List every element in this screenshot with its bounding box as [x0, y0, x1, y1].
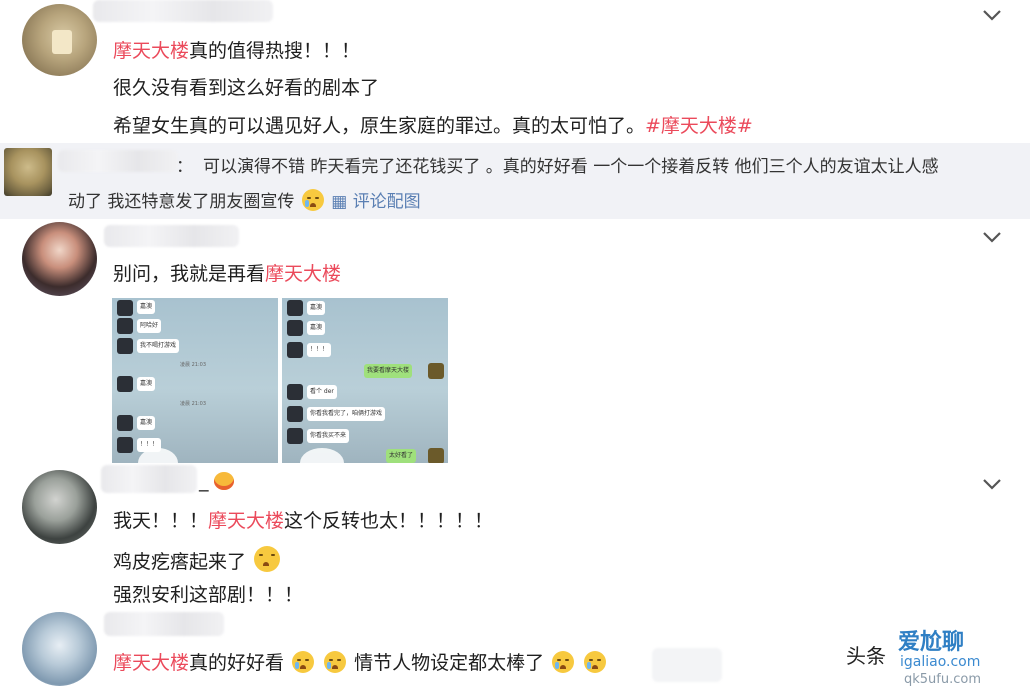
chat-avatar	[287, 320, 303, 336]
chevron-down-icon[interactable]	[981, 7, 1003, 23]
comment-avatar[interactable]	[22, 4, 97, 76]
crying-emoji-icon	[584, 651, 607, 673]
chat-bubble-sent: 太好看了	[386, 449, 417, 463]
comment-text-line: 强烈安利这部剧！！！	[113, 584, 304, 606]
reply-username-blurred[interactable]	[58, 150, 178, 172]
watermark-brand: 爱尬聊	[898, 630, 965, 655]
chat-avatar	[117, 318, 133, 334]
hashtag-link[interactable]: #摩天大楼#	[645, 115, 753, 137]
comment-avatar[interactable]	[22, 470, 97, 544]
username-blurred[interactable]	[93, 0, 273, 22]
crying-emoji-icon	[301, 189, 324, 211]
reply-avatar[interactable]	[4, 148, 52, 196]
comment-image-link[interactable]: ▦ 评论配图	[331, 192, 420, 212]
blurred-content	[652, 648, 722, 682]
comment-image-thumbnail[interactable]: 嘉澳 嘉澳 ！！！ 我要看摩天大楼 看个 der 你看我看完了，咱俩打游戏 你看…	[282, 298, 448, 463]
crown-badge-icon	[214, 472, 234, 490]
comment-text-line: 摩天大楼真的好好看 情节人物设定都太棒了	[113, 651, 608, 675]
chevron-down-icon[interactable]	[981, 476, 1003, 492]
watermark-url: igaliao.com	[900, 654, 981, 670]
comment-text-line: 希望女生真的可以遇见好人，原生家庭的罪过。真的太可怕了。#摩天大楼#	[113, 115, 753, 137]
reply-text-line: 可以演得不错 昨天看完了还花钱买了 。真的好好看 一个一个接着反转 他们三个人的…	[203, 157, 939, 177]
chat-bubble: 嘉澳	[307, 321, 326, 335]
chat-avatar	[287, 428, 303, 444]
site-watermark-logo: 爱尬聊 igaliao.com qk5ufu.com	[878, 626, 1028, 688]
chat-avatar	[117, 376, 133, 392]
comment-avatar[interactable]	[22, 612, 97, 686]
hashtag-link[interactable]: 摩天大楼	[113, 40, 189, 62]
comment-text-line: 别问，我就是再看摩天大楼	[113, 263, 342, 285]
crying-emoji-icon	[324, 651, 347, 673]
username-blurred[interactable]	[104, 225, 239, 247]
chat-avatar	[287, 406, 303, 422]
hashtag-link[interactable]: 摩天大楼	[113, 652, 189, 674]
mug-icon	[52, 30, 72, 54]
chat-avatar	[287, 384, 303, 400]
reply-text-line: 动了 我还特意发了朋友圈宣传 ▦ 评论配图	[68, 189, 421, 213]
username-blurred[interactable]	[104, 612, 224, 636]
reply-colon: ：	[176, 157, 193, 177]
chat-timestamp: 凌晨 21:03	[180, 401, 206, 407]
chat-avatar	[287, 300, 303, 316]
chat-avatar	[428, 448, 444, 463]
comment-text-line: 很久没有看到这么好看的剧本了	[113, 77, 380, 99]
hashtag-link[interactable]: 摩天大楼	[208, 510, 284, 532]
chat-bubble: 你看我买不来	[307, 429, 350, 443]
username-blurred[interactable]	[101, 465, 197, 493]
watermark-url-secondary: qk5ufu.com	[904, 672, 982, 687]
comment-image-thumbnail[interactable]: 嘉澳 阿哈好 我不喝打游戏 凌晨 21:03 嘉澳 凌晨 21:03 嘉澳 ！！…	[112, 298, 278, 463]
thinking-emoji-icon	[254, 546, 281, 572]
comment-text-line: 我天！！！摩天大楼这个反转也太！！！！！	[113, 510, 494, 532]
daisy-decoration	[300, 448, 344, 463]
chat-bubble: 你看我看完了，咱俩打游戏	[307, 407, 386, 421]
comment-avatar[interactable]	[22, 222, 97, 296]
username-suffix: _	[199, 470, 209, 492]
crying-emoji-icon	[552, 651, 575, 673]
comment-text-line: 摩天大楼真的值得热搜！！！	[113, 40, 361, 62]
hashtag-link[interactable]: 摩天大楼	[265, 263, 341, 285]
crying-emoji-icon	[292, 651, 315, 673]
chat-bubble: 嘉澳	[137, 300, 156, 314]
chat-avatar	[117, 338, 133, 354]
chevron-down-icon[interactable]	[981, 229, 1003, 245]
chat-bubble: 阿哈好	[137, 319, 162, 333]
comment-text-line: 鸡皮疙瘩起来了	[113, 546, 282, 574]
chat-avatar	[287, 342, 303, 358]
chat-avatar	[117, 300, 133, 316]
chat-bubble: 嘉澳	[137, 377, 156, 391]
chat-bubble: 嘉澳	[307, 301, 326, 315]
chat-bubble: 看个 der	[307, 385, 337, 399]
chat-bubble: 嘉澳	[137, 416, 156, 430]
chat-avatar	[117, 415, 133, 431]
chat-avatar	[117, 437, 133, 453]
chat-timestamp: 凌晨 21:03	[180, 362, 206, 368]
chat-bubble: 我不喝打游戏	[137, 339, 180, 353]
chat-bubble-sent: 我要看摩天大楼	[364, 364, 413, 378]
chat-avatar	[428, 363, 444, 379]
chat-bubble: ！！！	[307, 343, 332, 357]
